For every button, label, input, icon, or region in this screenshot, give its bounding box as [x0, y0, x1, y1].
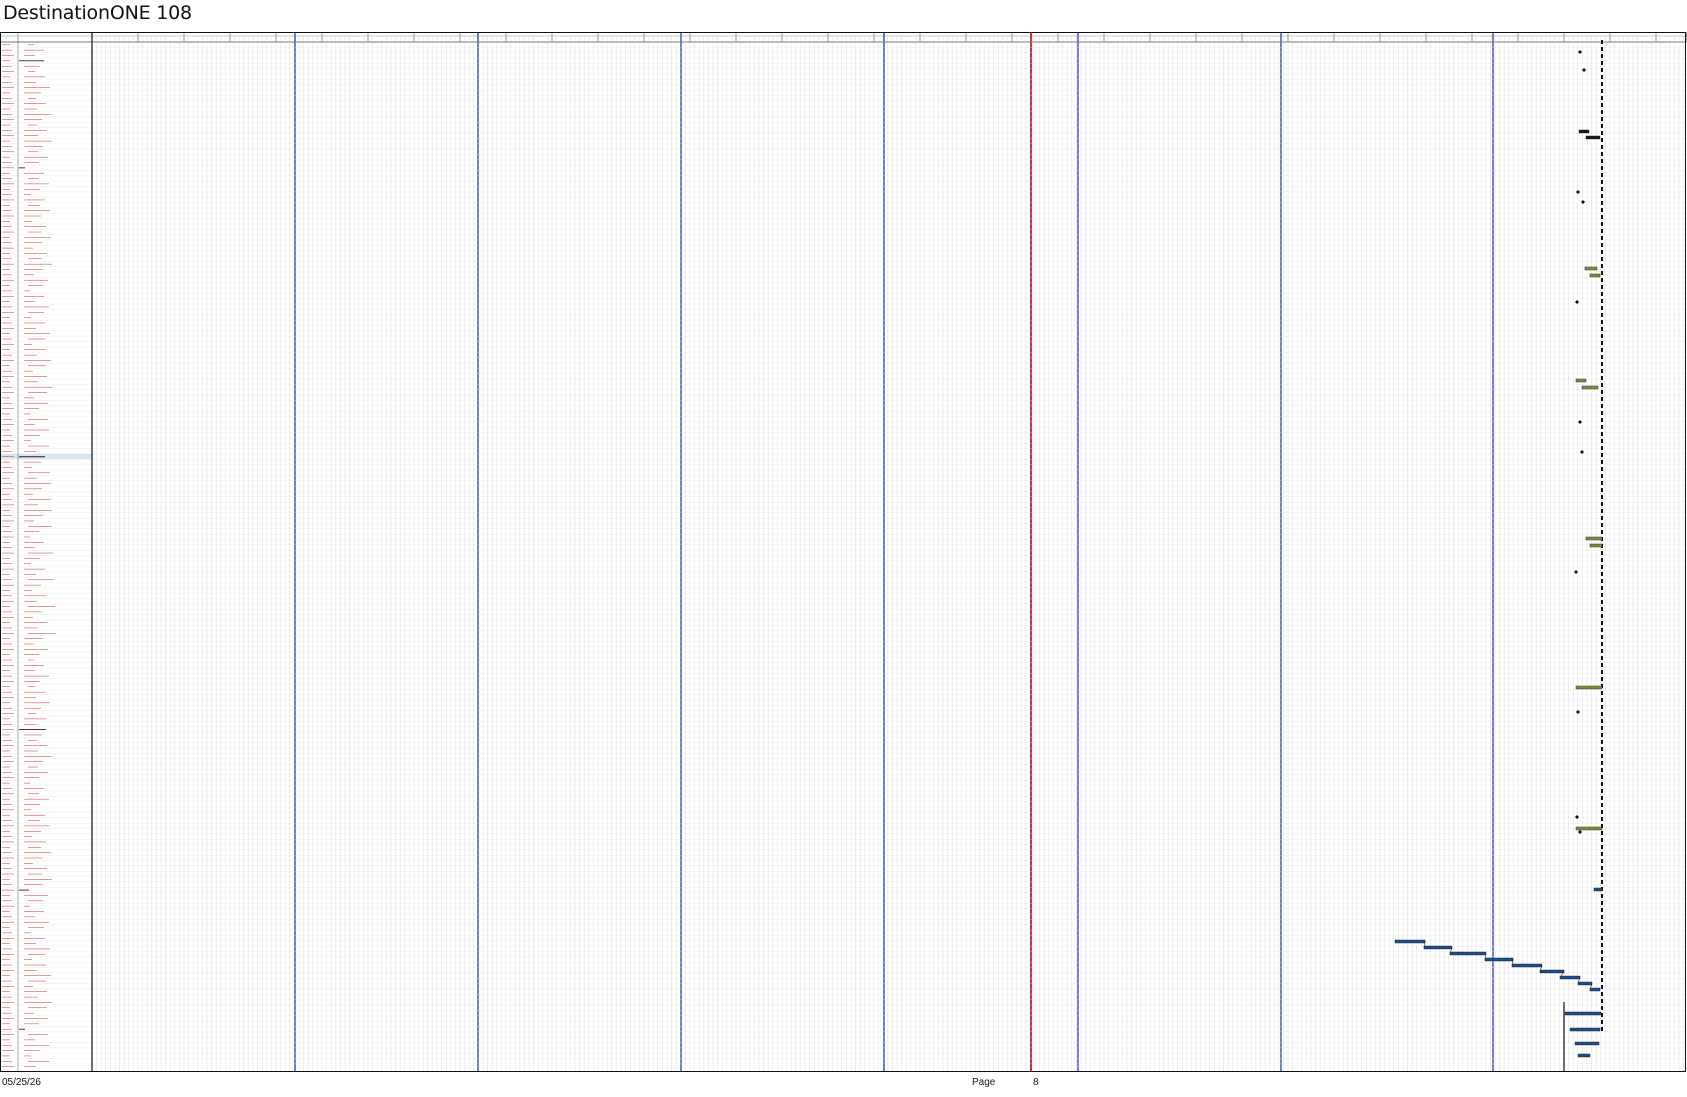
- chart-frame: [0, 32, 1686, 1072]
- footer-page-number: 8: [1033, 1077, 1039, 1088]
- footer-page-label: Page: [972, 1077, 996, 1088]
- footer-date: 05/25/26: [2, 1077, 41, 1088]
- page-title: DestinationONE 108: [3, 2, 192, 24]
